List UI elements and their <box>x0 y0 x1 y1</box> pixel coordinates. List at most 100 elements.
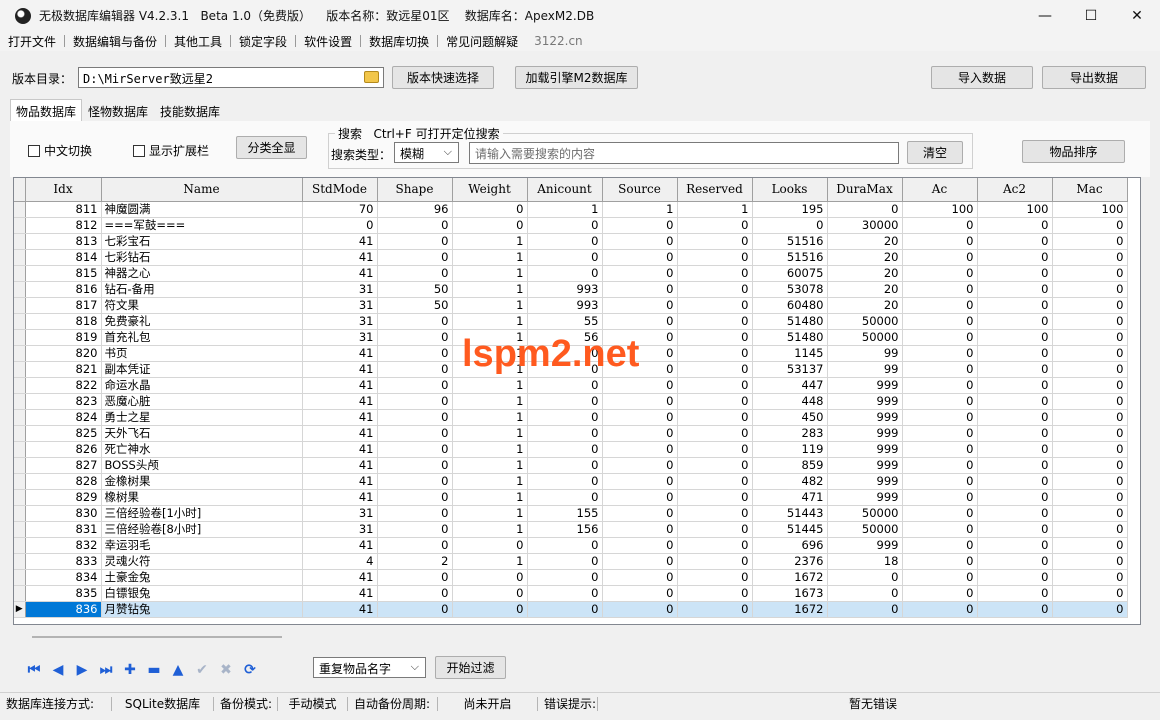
cell-idx[interactable]: 826 <box>25 441 102 458</box>
cell-reserved[interactable]: 0 <box>677 521 753 538</box>
menu-faq[interactable]: 常见问题解疑 <box>438 33 526 50</box>
cell-ac[interactable]: 0 <box>902 297 978 314</box>
row-indicator[interactable] <box>14 313 26 330</box>
cell-weight[interactable]: 1 <box>452 233 528 250</box>
cell-anicount[interactable]: 0 <box>527 265 603 282</box>
cell-reserved[interactable]: 0 <box>677 361 753 378</box>
cell-weight[interactable]: 1 <box>452 393 528 410</box>
table-row[interactable]: 818 免费豪礼 31 0 1 55 0 0 51480 50000 0 0 0 <box>14 313 1128 330</box>
cell-anicount[interactable]: 0 <box>527 393 603 410</box>
cell-duramax[interactable]: 999 <box>827 409 903 426</box>
cell-weight[interactable]: 0 <box>452 585 528 602</box>
cell-idx[interactable]: 834 <box>25 569 102 586</box>
cell-name[interactable]: 首充礼包 <box>101 329 303 346</box>
menu-switch-db[interactable]: 数据库切换 <box>361 33 437 50</box>
cell-mac[interactable]: 0 <box>1052 361 1128 378</box>
cell-mac[interactable]: 0 <box>1052 537 1128 554</box>
cell-ac[interactable]: 0 <box>902 377 978 394</box>
next-record-icon[interactable]: ▶ <box>70 660 94 680</box>
cell-shape[interactable]: 0 <box>377 601 453 618</box>
cell-ac[interactable]: 0 <box>902 233 978 250</box>
clear-button[interactable]: 清空 <box>907 141 963 164</box>
table-row[interactable]: 826 死亡神水 41 0 1 0 0 0 119 999 0 0 0 <box>14 441 1128 458</box>
row-indicator[interactable] <box>14 489 26 506</box>
cell-ac2[interactable]: 0 <box>977 233 1053 250</box>
cell-mac[interactable]: 0 <box>1052 473 1128 490</box>
cell-source[interactable]: 0 <box>602 441 678 458</box>
row-indicator[interactable] <box>14 569 26 586</box>
cell-reserved[interactable]: 0 <box>677 553 753 570</box>
cell-idx[interactable]: 832 <box>25 537 102 554</box>
cell-mac[interactable]: 0 <box>1052 281 1128 298</box>
cell-source[interactable]: 0 <box>602 521 678 538</box>
cell-stdmode[interactable]: 41 <box>302 473 378 490</box>
cell-duramax[interactable]: 999 <box>827 457 903 474</box>
cell-weight[interactable]: 1 <box>452 297 528 314</box>
cell-idx[interactable]: 813 <box>25 233 102 250</box>
first-record-icon[interactable]: ⏮ <box>22 660 46 680</box>
cell-duramax[interactable]: 0 <box>827 585 903 602</box>
cell-anicount[interactable]: 155 <box>527 505 603 522</box>
cell-name[interactable]: 免费豪礼 <box>101 313 303 330</box>
cell-shape[interactable]: 0 <box>377 313 453 330</box>
cell-weight[interactable]: 1 <box>452 521 528 538</box>
dup-filter-select[interactable]: 重复物品名字 ⌵ <box>313 657 426 678</box>
cell-ac[interactable]: 0 <box>902 441 978 458</box>
last-record-icon[interactable]: ⏭ <box>94 660 118 680</box>
cell-duramax[interactable]: 50000 <box>827 329 903 346</box>
cell-ac2[interactable]: 0 <box>977 505 1053 522</box>
cell-ac2[interactable]: 0 <box>977 313 1053 330</box>
cell-ac2[interactable]: 0 <box>977 441 1053 458</box>
cell-looks[interactable]: 696 <box>752 537 828 554</box>
current-row-arrow-icon[interactable]: ▶ <box>14 601 26 618</box>
cell-idx[interactable]: 812 <box>25 217 102 234</box>
cell-ac2[interactable]: 0 <box>977 425 1053 442</box>
cell-reserved[interactable]: 0 <box>677 281 753 298</box>
cell-weight[interactable]: 1 <box>452 265 528 282</box>
cell-weight[interactable]: 1 <box>452 249 528 266</box>
cell-idx[interactable]: 825 <box>25 425 102 442</box>
cell-duramax[interactable]: 20 <box>827 265 903 282</box>
cell-ac2[interactable]: 0 <box>977 217 1053 234</box>
cell-source[interactable]: 0 <box>602 217 678 234</box>
cell-shape[interactable]: 0 <box>377 217 453 234</box>
cell-duramax[interactable]: 99 <box>827 345 903 362</box>
cell-mac[interactable]: 0 <box>1052 265 1128 282</box>
cell-looks[interactable]: 195 <box>752 201 828 218</box>
cell-duramax[interactable]: 0 <box>827 569 903 586</box>
cell-ac2[interactable]: 0 <box>977 409 1053 426</box>
cell-looks[interactable]: 1672 <box>752 601 828 618</box>
cell-idx[interactable]: 824 <box>25 409 102 426</box>
cell-ac[interactable]: 0 <box>902 329 978 346</box>
cell-ac[interactable]: 0 <box>902 425 978 442</box>
cell-ac2[interactable]: 0 <box>977 329 1053 346</box>
cell-shape[interactable]: 0 <box>377 457 453 474</box>
column-header-shape[interactable]: Shape <box>377 178 453 202</box>
cell-looks[interactable]: 482 <box>752 473 828 490</box>
cell-name[interactable]: 月赞钻兔 <box>101 601 303 618</box>
cell-ac2[interactable]: 0 <box>977 553 1053 570</box>
cell-source[interactable]: 0 <box>602 537 678 554</box>
cell-ac[interactable]: 100 <box>902 201 978 218</box>
row-indicator[interactable] <box>14 409 26 426</box>
cell-weight[interactable]: 1 <box>452 313 528 330</box>
cell-idx[interactable]: 831 <box>25 521 102 538</box>
cell-shape[interactable]: 0 <box>377 329 453 346</box>
cell-looks[interactable]: 53078 <box>752 281 828 298</box>
cell-stdmode[interactable]: 41 <box>302 585 378 602</box>
cell-name[interactable]: 命运水晶 <box>101 377 303 394</box>
refresh-icon[interactable]: ⟳ <box>238 660 262 680</box>
cell-looks[interactable]: 51480 <box>752 313 828 330</box>
cell-name[interactable]: 符文果 <box>101 297 303 314</box>
cell-ac[interactable]: 0 <box>902 345 978 362</box>
column-header-mac[interactable]: Mac <box>1052 178 1128 202</box>
cell-mac[interactable]: 0 <box>1052 233 1128 250</box>
cell-stdmode[interactable]: 4 <box>302 553 378 570</box>
table-row[interactable]: 811 神魔圆满 70 96 0 1 1 1 195 0 100 100 100 <box>14 201 1128 218</box>
cell-source[interactable]: 0 <box>602 553 678 570</box>
cell-name[interactable]: 灵魂火符 <box>101 553 303 570</box>
cell-stdmode[interactable]: 31 <box>302 313 378 330</box>
cell-ac[interactable]: 0 <box>902 249 978 266</box>
search-type-select[interactable]: 模糊 ⌵ <box>394 142 459 163</box>
cell-mac[interactable]: 0 <box>1052 297 1128 314</box>
